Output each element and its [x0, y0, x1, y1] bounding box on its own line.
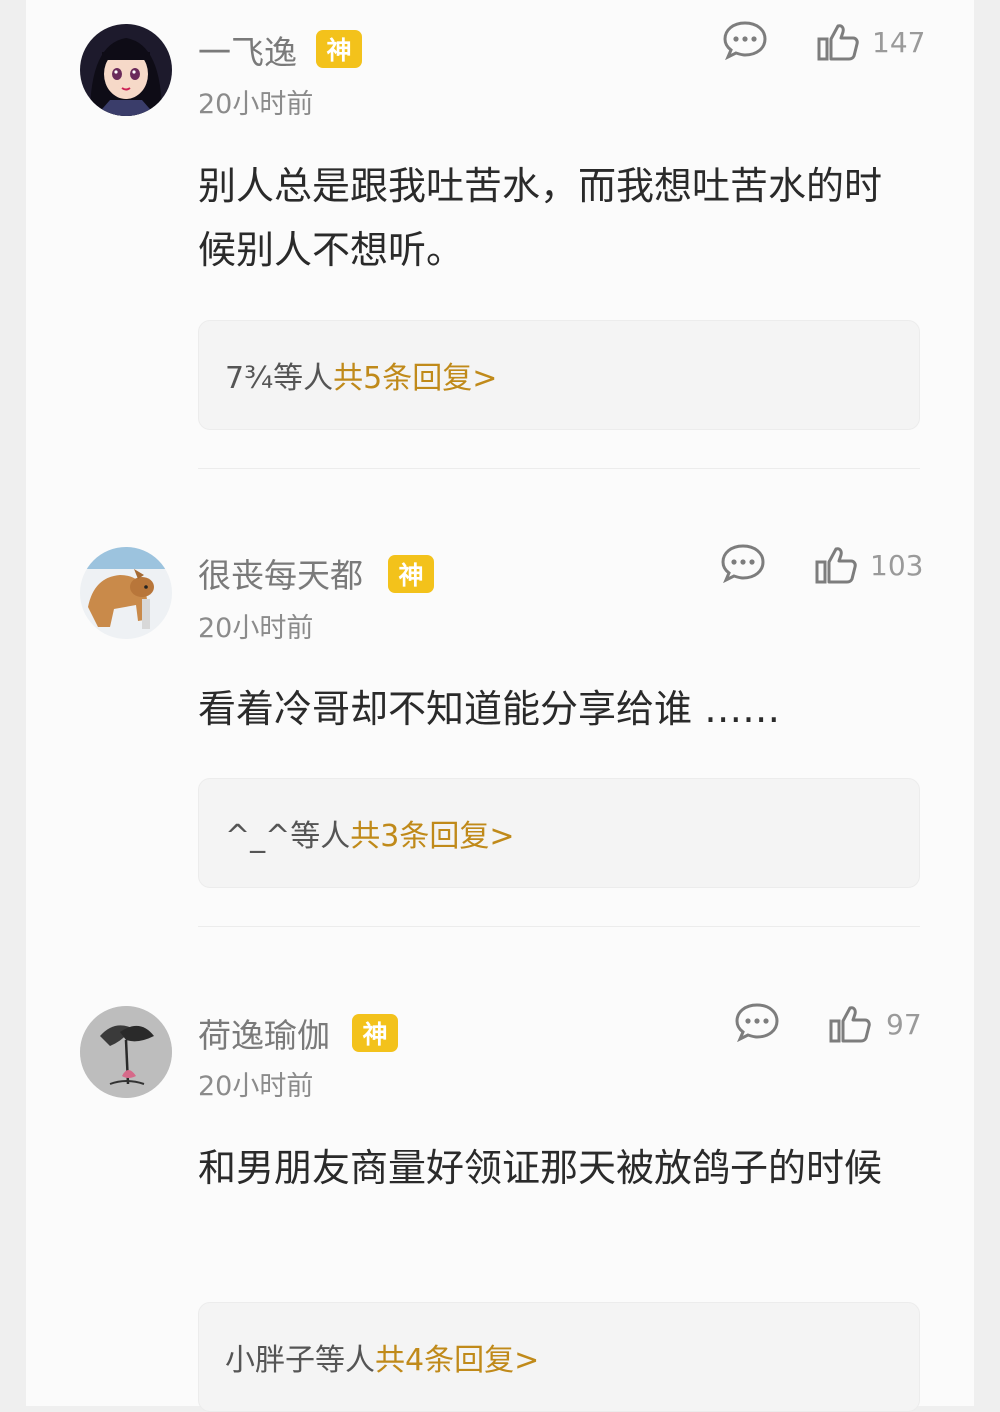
view-replies-link[interactable]: 共4条回复>	[375, 1335, 539, 1379]
thumbs-up-icon[interactable]	[828, 1004, 872, 1044]
like-count: 97	[886, 1008, 922, 1041]
comment-text: 和男朋友商量好领证那天被放鸽子的时候	[198, 1146, 883, 1190]
divider	[198, 468, 920, 469]
comment-time: 20小时前	[198, 1071, 314, 1102]
like-count: 147	[872, 26, 926, 59]
like-count: 103	[870, 549, 924, 582]
reply-names: ^_^等人	[225, 819, 351, 854]
reply-names: 7¾等人	[225, 361, 334, 396]
avatar[interactable]	[80, 547, 172, 639]
comment-text: 别人总是跟我吐苦水，而我想吐苦水的时候别人不想听。	[198, 164, 883, 272]
thumbs-up-icon[interactable]	[816, 22, 860, 62]
view-replies-link[interactable]: 共5条回复>	[333, 353, 497, 397]
comment-bubble-icon[interactable]	[722, 20, 768, 60]
avatar[interactable]	[80, 24, 172, 116]
god-badge: 神	[388, 555, 434, 593]
comment-list: 一飞逸 神 20小时前 147 别人总是跟我吐苦水，而我想吐苦水的时候别人不想听…	[26, 0, 974, 1412]
replies-summary[interactable]: 7¾等人 共5条回复>	[198, 320, 920, 430]
view-replies-link[interactable]: 共3条回复>	[350, 811, 514, 855]
comment-text: 看着冷哥却不知道能分享给谁 ……	[198, 687, 781, 731]
thumbs-up-icon[interactable]	[814, 545, 858, 585]
comment-username[interactable]: 一飞逸	[198, 26, 297, 74]
comment-username[interactable]: 很丧每天都	[198, 549, 363, 597]
divider	[198, 926, 920, 927]
avatar-anime-girl-image	[80, 24, 172, 116]
comment-time: 20小时前	[198, 89, 314, 120]
god-badge: 神	[352, 1014, 398, 1052]
comment-username[interactable]: 荷逸瑜伽	[198, 1009, 330, 1057]
avatar-lotus-ink-image	[80, 1006, 172, 1098]
comment-bubble-icon[interactable]	[720, 543, 766, 583]
reply-names: 小胖子等人	[225, 1343, 375, 1378]
avatar-dog-image	[80, 547, 172, 639]
replies-summary[interactable]: ^_^等人 共3条回复>	[198, 778, 920, 888]
comment-time: 20小时前	[198, 613, 314, 644]
avatar[interactable]	[80, 1006, 172, 1098]
replies-summary[interactable]: 小胖子等人 共4条回复>	[198, 1302, 920, 1412]
god-badge: 神	[316, 30, 362, 68]
comment-bubble-icon[interactable]	[734, 1002, 780, 1042]
